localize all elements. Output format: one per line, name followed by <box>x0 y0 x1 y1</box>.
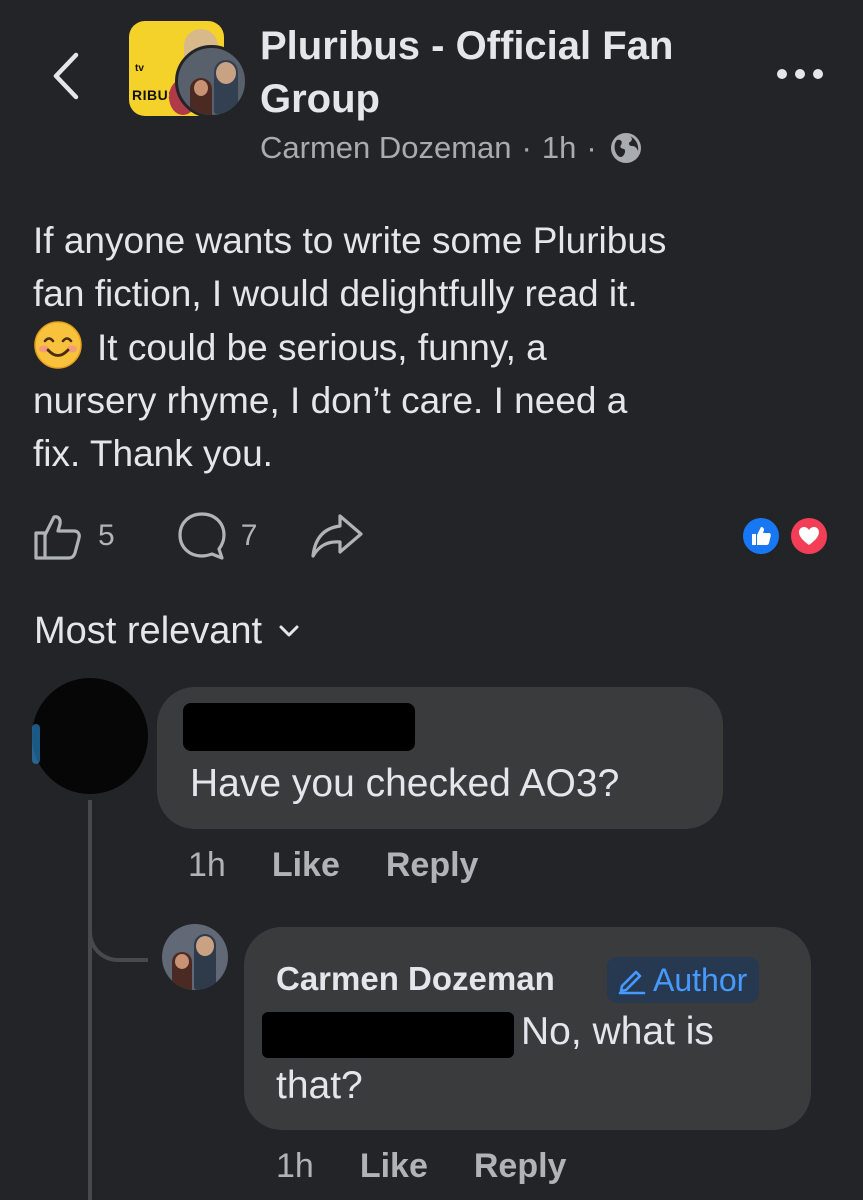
post-author[interactable]: Carmen Dozeman <box>260 130 512 166</box>
comment-icon <box>178 512 226 560</box>
post-actions: 5 7 <box>32 508 365 564</box>
post-line: fix. Thank you. <box>33 433 273 474</box>
post-body: If anyone wants to write some Pluribus f… <box>33 214 833 480</box>
author-badge-label: Author <box>653 961 748 998</box>
reply-time[interactable]: 1h <box>276 1147 314 1186</box>
avatar-face <box>196 936 214 956</box>
reply-text: No, what is <box>521 1010 714 1053</box>
reply-text: that? <box>276 1064 363 1107</box>
more-options-button[interactable] <box>770 62 830 86</box>
pencil-icon <box>618 970 646 995</box>
globe-icon <box>610 133 641 163</box>
dot <box>777 69 787 79</box>
meta-separator: · <box>521 130 532 165</box>
meta-separator: · <box>586 130 597 165</box>
thumbs-up-icon <box>752 527 771 545</box>
commenter-avatar[interactable] <box>32 678 148 794</box>
love-reaction-icon <box>788 515 830 557</box>
post-line: fan fiction, I would delightfully read i… <box>33 273 638 314</box>
comment-meta: 1h Like Reply <box>188 840 524 890</box>
reply-author-avatar[interactable] <box>162 924 228 990</box>
redacted-mention <box>262 1012 514 1058</box>
thumbs-up-icon <box>34 515 81 560</box>
avatar-face <box>194 80 208 96</box>
post-line: If anyone wants to write some Pluribus <box>33 220 667 261</box>
avatar-face <box>175 954 189 969</box>
sort-label: Most relevant <box>34 609 263 652</box>
group-avatar-tv-text: tv <box>135 63 144 74</box>
heart-icon <box>799 527 819 545</box>
redacted-commenter-name <box>183 703 415 751</box>
reply-author-name[interactable]: Carmen Dozeman <box>276 955 555 1003</box>
avatar-rim <box>32 724 40 764</box>
thread-connector <box>88 900 148 962</box>
dot <box>795 69 805 79</box>
avatar-face <box>216 62 236 84</box>
dot <box>813 69 823 79</box>
comment-text: Have you checked AO3? <box>190 762 620 805</box>
post-line: It could be serious, funny, a <box>33 320 833 374</box>
group-name[interactable]: Pluribus - Official Fan Group <box>260 20 750 126</box>
chevron-left-icon <box>53 52 79 100</box>
comment-button[interactable]: 7 <box>175 509 258 563</box>
share-button[interactable] <box>309 510 365 562</box>
reply-meta: 1h Like Reply <box>276 1141 612 1191</box>
post-line: nursery rhyme, I don’t care. I need a <box>33 380 628 421</box>
author-avatar[interactable] <box>175 45 248 118</box>
post-meta: Carmen Dozeman · 1h · <box>260 128 643 168</box>
chevron-down-icon <box>279 625 299 637</box>
like-count: 5 <box>98 519 115 552</box>
share-icon <box>311 514 363 558</box>
comment-sort-dropdown[interactable]: Most relevant <box>34 605 300 657</box>
comment-reply-button[interactable]: Reply <box>386 846 479 885</box>
reply-reply-button[interactable]: Reply <box>474 1147 567 1186</box>
like-button[interactable]: 5 <box>32 510 115 562</box>
like-reaction-icon <box>740 515 782 557</box>
thread-line <box>88 800 92 1200</box>
comment-time[interactable]: 1h <box>188 846 226 885</box>
comment-count: 7 <box>240 519 258 552</box>
post-line-text: It could be serious, funny, a <box>97 327 547 368</box>
back-button[interactable] <box>40 46 90 106</box>
smiling-face-emoji-icon <box>34 321 82 369</box>
post-time[interactable]: 1h <box>542 130 576 166</box>
author-badge: Author <box>607 957 760 1003</box>
comment-like-button[interactable]: Like <box>272 846 340 885</box>
reply-like-button[interactable]: Like <box>360 1147 428 1186</box>
reactions-summary[interactable] <box>740 513 832 559</box>
